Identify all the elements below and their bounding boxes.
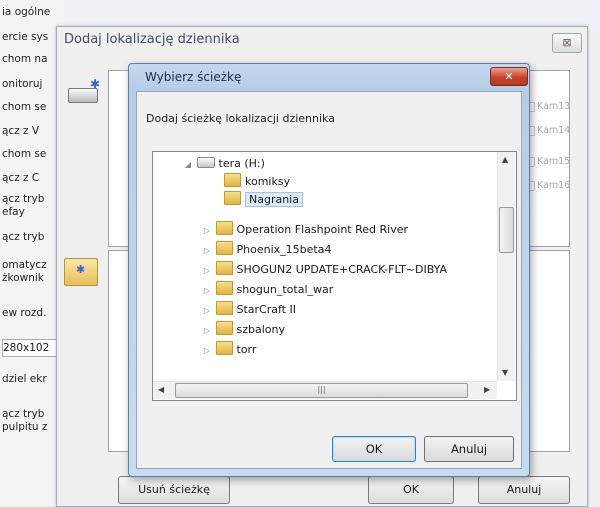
settings-label: ącz tryb — [2, 193, 45, 205]
settings-label: ącz tryb — [2, 408, 45, 420]
camera-checkbox[interactable]: Kam13 — [525, 101, 570, 112]
expand-arrow-icon[interactable]: ▷ — [202, 302, 212, 320]
folder-icon — [215, 261, 233, 275]
settings-label: omatycz — [2, 259, 47, 271]
drive-label: tera (H:) — [218, 157, 265, 170]
outer-dialog-title: Dodaj lokalizację dziennika — [64, 32, 240, 47]
inner-ok-button[interactable]: OK — [332, 436, 416, 462]
inner-close-button[interactable]: ✕ — [490, 67, 528, 86]
outer-ok-button[interactable]: OK — [368, 476, 454, 504]
inner-cancel-button[interactable]: Anuluj — [424, 436, 514, 462]
settings-label: ącz z V — [2, 125, 40, 137]
scroll-down-icon[interactable]: ▼ — [502, 368, 508, 377]
settings-label: chom se — [2, 148, 47, 160]
settings-label: ia ogólne — [2, 6, 51, 18]
tree-row-folder-selected[interactable]: Nagrania — [214, 191, 303, 209]
drive-add-icon[interactable]: ✱ — [68, 77, 100, 103]
folder-icon — [215, 281, 233, 295]
settings-label: ącz tryb — [2, 231, 45, 243]
horizontal-scroll-thumb[interactable]: ||| — [175, 383, 468, 398]
settings-label: pulpitu z — [2, 421, 48, 433]
remove-path-button[interactable]: Usuń ścieżkę — [118, 476, 230, 504]
vertical-scrollbar[interactable] — [497, 152, 515, 381]
tree-row-drive[interactable]: ◢ tera (H:) — [183, 155, 265, 173]
expand-arrow-icon[interactable]: ▷ — [202, 322, 212, 340]
folder-icon — [215, 221, 233, 235]
collapse-arrow-icon[interactable]: ◢ — [183, 156, 193, 174]
folder-icon — [215, 341, 233, 355]
camera-checkbox[interactable]: Kam15 — [525, 156, 570, 167]
tree-row-folder[interactable]: ▷ szbalony — [202, 321, 285, 339]
settings-label: chom na — [2, 53, 48, 65]
settings-label: chom se — [2, 101, 47, 113]
tree-row-folder[interactable]: ▷ shogun_total_war — [202, 281, 333, 299]
folder-icon — [215, 241, 233, 255]
folder-add-icon[interactable]: ✱ — [64, 254, 98, 286]
camera-checkbox[interactable]: Kam16 — [525, 180, 570, 191]
inner-dialog-title: Wybierz ścieżkę — [145, 70, 242, 84]
tree-row-folder[interactable]: ▷ Operation Flashpoint Red River — [202, 221, 408, 239]
tree-row-folder[interactable]: ▷ torr — [202, 341, 256, 359]
settings-label: ącz z C — [2, 172, 40, 184]
settings-label: żkownik — [2, 272, 44, 284]
tree-row-folder[interactable]: komiksy — [214, 173, 290, 191]
outer-close-button[interactable]: ⊠ — [552, 33, 582, 53]
tree-row-folder[interactable]: ▷ SHOGUN2 UPDATE+CRACK-FLT~DIBYA — [202, 261, 447, 279]
expand-arrow-icon[interactable]: ▷ — [202, 282, 212, 300]
folder-icon — [224, 191, 241, 205]
folder-icon — [224, 173, 241, 187]
drive-icon — [196, 157, 215, 168]
vertical-scroll-thumb[interactable] — [499, 207, 514, 253]
settings-label: ercie sys — [2, 31, 49, 43]
resolution-field[interactable]: 280x102 — [2, 339, 62, 357]
camera-checkbox[interactable]: Kam14 — [525, 125, 570, 136]
settings-label: efay — [2, 206, 25, 218]
settings-label: ew rozd. — [2, 307, 47, 319]
outer-cancel-button[interactable]: Anuluj — [478, 476, 570, 504]
expand-arrow-icon[interactable]: ▷ — [202, 262, 212, 280]
scroll-up-icon[interactable]: ▲ — [502, 155, 508, 164]
folder-icon — [215, 321, 233, 335]
folder-icon — [215, 301, 233, 315]
tree-row-folder[interactable]: ▷ Phoenix_15beta4 — [202, 241, 331, 259]
settings-label: onitoruj — [2, 78, 43, 90]
instruction-text: Dodaj ścieżkę lokalizacji dziennika — [146, 112, 335, 125]
expand-arrow-icon[interactable]: ▷ — [202, 242, 212, 260]
tree-row-folder[interactable]: ▷ StarCraft II — [202, 301, 296, 319]
expand-arrow-icon[interactable]: ▷ — [202, 342, 212, 360]
expand-arrow-icon[interactable]: ▷ — [202, 222, 212, 240]
scroll-left-icon[interactable]: ◀ — [158, 385, 164, 394]
scroll-right-icon[interactable]: ▶ — [484, 385, 490, 394]
settings-label: dziel ekr — [2, 373, 47, 385]
